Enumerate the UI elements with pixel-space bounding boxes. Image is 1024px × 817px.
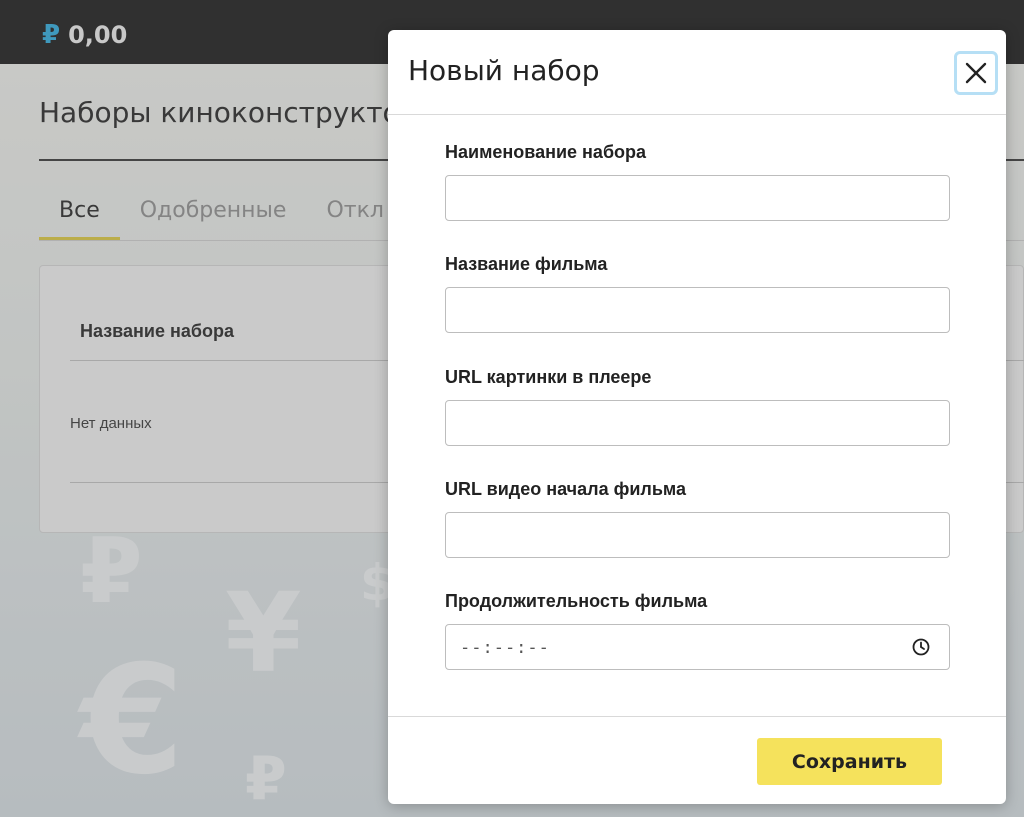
modal-footer-divider	[388, 716, 1006, 717]
modal-header: Новый набор	[388, 30, 1006, 115]
close-icon	[965, 62, 987, 84]
clock-icon[interactable]	[911, 637, 931, 657]
film-title-input[interactable]	[445, 287, 950, 333]
new-set-modal: Новый набор Наименование набора Название…	[388, 30, 1006, 804]
film-title-label: Название фильма	[445, 254, 608, 274]
duration-placeholder: --:--:--	[460, 638, 550, 658]
intro-video-url-label: URL видео начала фильма	[445, 479, 686, 499]
player-image-url-input[interactable]	[445, 400, 950, 446]
player-image-url-label: URL картинки в плеере	[445, 367, 652, 387]
intro-video-url-input[interactable]	[445, 512, 950, 558]
modal-title: Новый набор	[408, 54, 600, 87]
set-name-label: Наименование набора	[445, 142, 647, 162]
save-button[interactable]: Сохранить	[757, 738, 942, 785]
set-name-input[interactable]	[445, 175, 950, 221]
film-duration-input[interactable]: --:--:--	[445, 624, 950, 670]
film-duration-label: Продолжительность фильма	[445, 591, 708, 611]
close-button[interactable]	[954, 51, 998, 95]
